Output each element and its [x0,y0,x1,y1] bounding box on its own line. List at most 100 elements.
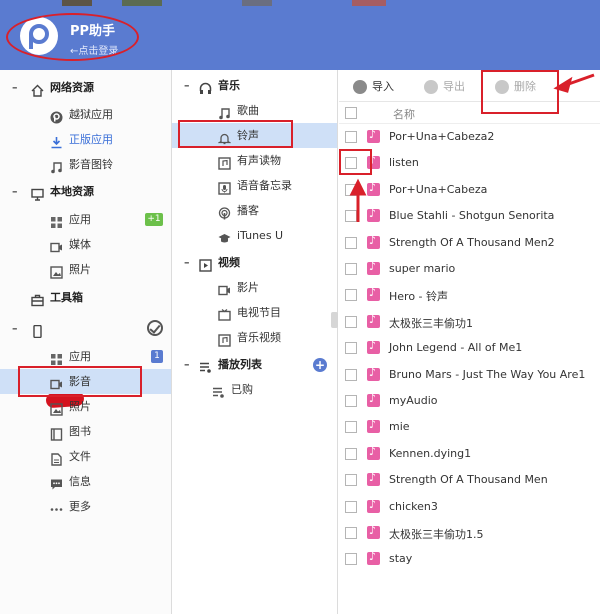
sidebar-item-media-ringtones[interactable]: 影音图铃 [0,152,171,177]
ringtone-icon [367,524,380,539]
ringtone-name: mie [389,420,410,434]
ringtone-name: super mario [389,262,456,275]
annotation-box [339,149,372,175]
ringtone-name: Bruno Mars - Just The Way You Are1 [389,367,586,381]
row-checkbox[interactable] [345,263,357,275]
section-device[interactable]: – [0,316,171,341]
annotation-box [481,70,559,114]
section-video[interactable]: – 视频 [172,250,337,275]
sidebar-item-local-media[interactable]: 媒体 [0,232,171,257]
toolbar: 导入 导出 删除 [339,70,600,102]
memo-icon [218,179,231,195]
list-item[interactable]: stay [339,546,600,572]
tree-item-voice-memos[interactable]: 语音备忘录 [172,173,337,198]
row-checkbox[interactable] [345,395,357,407]
ringtone-icon [367,234,380,249]
video-icon [50,238,63,253]
tree-item-podcasts[interactable]: 播客 [172,198,337,223]
column-name-header[interactable]: 名称 [393,106,415,122]
row-checkbox[interactable] [345,421,357,434]
ringtone-name: 太极张三丰偷功1.5 [389,528,484,541]
select-all-checkbox[interactable] [345,107,357,119]
tree-item-audiobooks[interactable]: 有声读物 [172,148,337,173]
ringtone-name: Kennen.dying1 [389,446,472,460]
tree-item-movies[interactable]: 影片 [172,275,337,300]
ringtone-icon [367,339,380,355]
row-checkbox[interactable] [345,289,357,302]
sidebar-item-jailbreak-apps[interactable]: 越狱应用 [0,102,171,127]
tree-item-itunes-u[interactable]: iTunes U [172,223,337,248]
row-checkbox[interactable] [345,368,357,381]
list-item[interactable]: Por+Una+Cabeza [339,177,600,203]
playlist-icon [212,383,225,398]
row-checkbox[interactable] [345,500,357,513]
list-item[interactable]: 太极张三丰偷功1.5 [339,520,600,546]
music-note-icon [50,158,63,174]
list-item[interactable]: super mario [339,256,600,282]
export-button[interactable]: 导出 [424,79,474,95]
toolbox-icon [31,291,44,307]
ringtone-icon [367,418,380,434]
list-item[interactable]: mie [339,414,600,440]
row-checkbox[interactable] [345,315,357,328]
ringtone-name: Strength Of A Thousand Men2 [389,235,555,249]
list-item[interactable]: John Legend - All of Me1 [339,335,600,361]
ringtone-icon [367,392,380,407]
annotation-box [178,120,293,148]
row-checkbox[interactable] [345,474,357,487]
list-item[interactable]: Strength Of A Thousand Men [339,467,600,493]
message-icon [50,475,63,490]
more-icon [50,500,63,513]
add-playlist-button[interactable]: + [313,358,327,372]
sidebar-item-device-messages[interactable]: 信息 [0,469,171,494]
sidebar-item-device-files[interactable]: 文件 [0,444,171,469]
file-icon [50,450,63,466]
sidebar-item-device-more[interactable]: 更多 [0,494,171,519]
ringtone-name: listen [389,156,419,170]
sidebar-item-local-apps[interactable]: 应用 +1 [0,207,171,232]
tree-item-music-videos[interactable]: 音乐视频 [172,325,337,350]
row-checkbox[interactable] [345,447,357,460]
list-item[interactable]: Blue Stahli - Shotgun Senorita [339,203,600,229]
sidebar-item-device-photos[interactable]: 照片 [0,394,171,419]
photo-icon [50,263,63,279]
collapse-handle[interactable] [331,312,338,328]
home-icon [31,81,44,97]
ringtone-icon [367,260,380,275]
list-item[interactable]: Por+Una+Cabeza2 [339,124,600,150]
section-local-resources[interactable]: – 本地资源 [0,179,171,204]
row-checkbox[interactable] [345,210,357,223]
list-item[interactable]: Bruno Mars - Just The Way You Are1 [339,362,600,388]
music-video-icon [218,331,231,347]
import-button[interactable]: 导入 [353,79,403,95]
music-note-icon [218,104,231,120]
annotation-box [18,366,142,397]
row-checkbox[interactable] [345,236,357,249]
section-playlists[interactable]: – 播放列表 + [172,352,337,377]
sidebar-item-local-photos[interactable]: 照片 [0,257,171,282]
list-item[interactable]: listen [339,150,600,176]
section-network-resources[interactable]: – 网络资源 [0,75,171,100]
sidebar-item-device-books[interactable]: 图书 [0,419,171,444]
row-checkbox[interactable] [345,527,357,539]
app-header: PP助手 ←点击登录 [0,0,600,70]
row-checkbox[interactable] [345,342,357,355]
section-toolbox[interactable]: 工具箱 [0,285,171,310]
list-item[interactable]: Kennen.dying1 [339,441,600,467]
list-item[interactable]: myAudio [339,388,600,414]
row-checkbox[interactable] [345,553,357,566]
ringtone-icon [367,471,380,487]
section-music[interactable]: – 音乐 [172,73,337,98]
list-item[interactable]: chicken3 [339,494,600,520]
tree-item-tv-shows[interactable]: 电视节目 [172,300,337,325]
graduation-cap-icon [218,229,231,243]
tree-item-purchased[interactable]: 已购 [172,377,337,402]
row-checkbox[interactable] [345,183,357,196]
sidebar-item-official-apps[interactable]: 正版应用 [0,127,171,152]
ringtone-icon [367,366,380,381]
list-item[interactable]: Strength Of A Thousand Men2 [339,230,600,256]
list-item[interactable]: Hero - 铃声 [339,282,600,308]
book-icon [50,425,63,441]
row-checkbox[interactable] [345,131,357,143]
list-item[interactable]: 太极张三丰偷功1 [339,309,600,335]
